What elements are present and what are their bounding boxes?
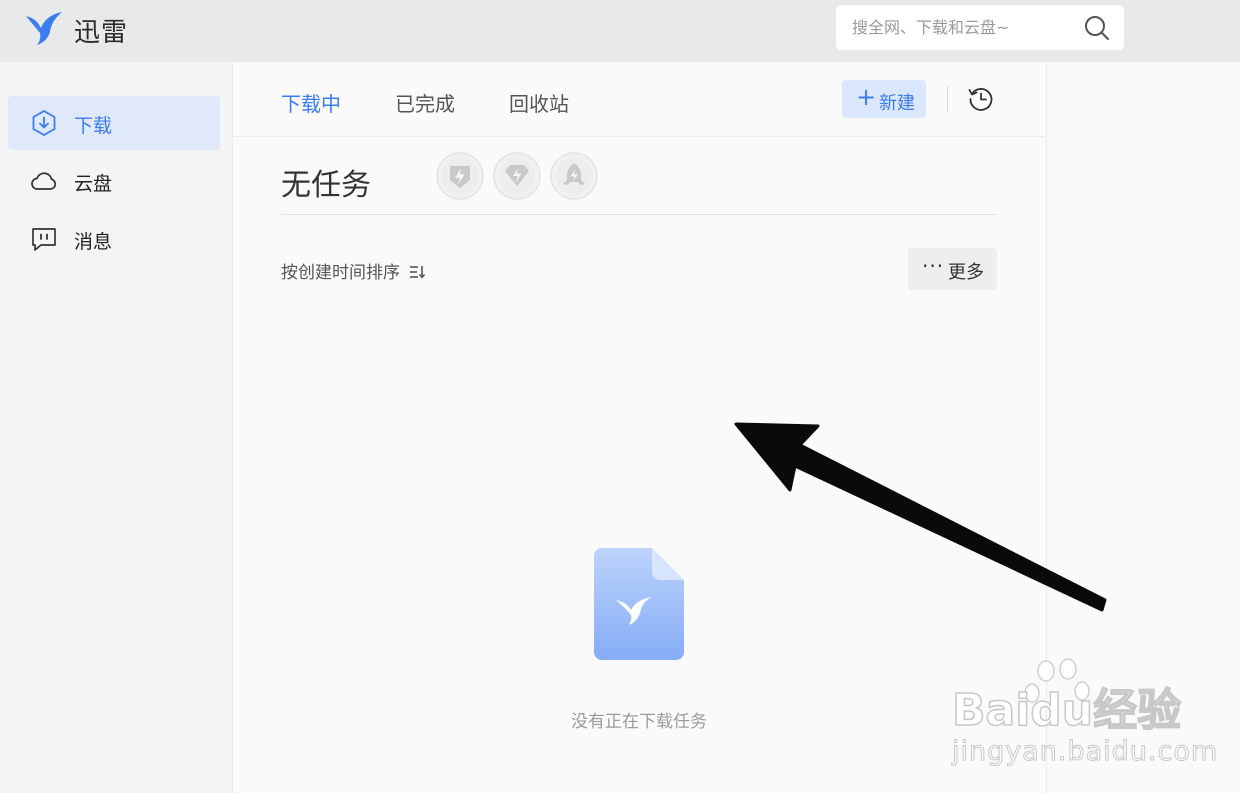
search-input[interactable]: [852, 5, 1072, 50]
more-label: 更多: [948, 262, 984, 283]
toolbar-divider: [947, 86, 948, 112]
sidebar-item-messages[interactable]: 消息: [8, 212, 220, 266]
sidebar-item-download[interactable]: 下载: [8, 96, 220, 150]
plus-icon: +: [856, 83, 877, 111]
empty-state-text: 没有正在下载任务: [571, 712, 707, 732]
sort-icon: [410, 266, 426, 279]
search-icon[interactable]: [1084, 15, 1110, 41]
history-icon[interactable]: [967, 85, 995, 113]
search-box[interactable]: [836, 5, 1124, 50]
tab-recycle-bin[interactable]: 回收站: [509, 88, 569, 117]
app-title: 迅雷: [74, 18, 129, 48]
status-row: 无任务: [281, 138, 997, 215]
new-task-button[interactable]: + 新建: [842, 80, 926, 118]
ellipsis-icon: ···: [922, 254, 945, 278]
main-panel: 下载中 已完成 回收站 + 新建 无任务 按创建时间排序 ··· 更多 没有正在…: [233, 62, 1045, 793]
vip-diamond-badge-icon[interactable]: [493, 152, 541, 200]
status-title: 无任务: [281, 168, 371, 203]
rocket-badge-icon[interactable]: [550, 152, 598, 200]
empty-file-icon: [594, 548, 684, 660]
sidebar-item-label: 下载: [74, 115, 113, 137]
new-task-label: 新建: [879, 93, 915, 114]
cloud-icon: [31, 172, 57, 190]
sort-control[interactable]: 按创建时间排序: [281, 258, 426, 283]
sidebar-item-label: 消息: [74, 231, 113, 253]
sidebar: 下载 云盘 消息: [0, 62, 233, 793]
watermark-domain: jingyan.baidu.com: [951, 736, 1219, 768]
more-button[interactable]: ··· 更多: [908, 248, 997, 290]
tab-downloading[interactable]: 下载中: [281, 88, 341, 117]
sidebar-item-label: 云盘: [74, 173, 113, 195]
thunder-bird-logo-icon: [26, 12, 62, 45]
sidebar-item-cloud[interactable]: 云盘: [8, 154, 220, 208]
message-icon: [32, 228, 56, 251]
download-hexagon-icon: [32, 110, 56, 136]
tab-completed[interactable]: 已完成: [395, 88, 455, 117]
sort-label: 按创建时间排序: [281, 263, 400, 283]
tabs-bar: 下载中 已完成 回收站 + 新建: [233, 62, 1045, 137]
speed-badge-icon[interactable]: [436, 152, 484, 200]
top-bar: 迅雷: [0, 0, 1240, 62]
right-pane: [1046, 62, 1240, 793]
